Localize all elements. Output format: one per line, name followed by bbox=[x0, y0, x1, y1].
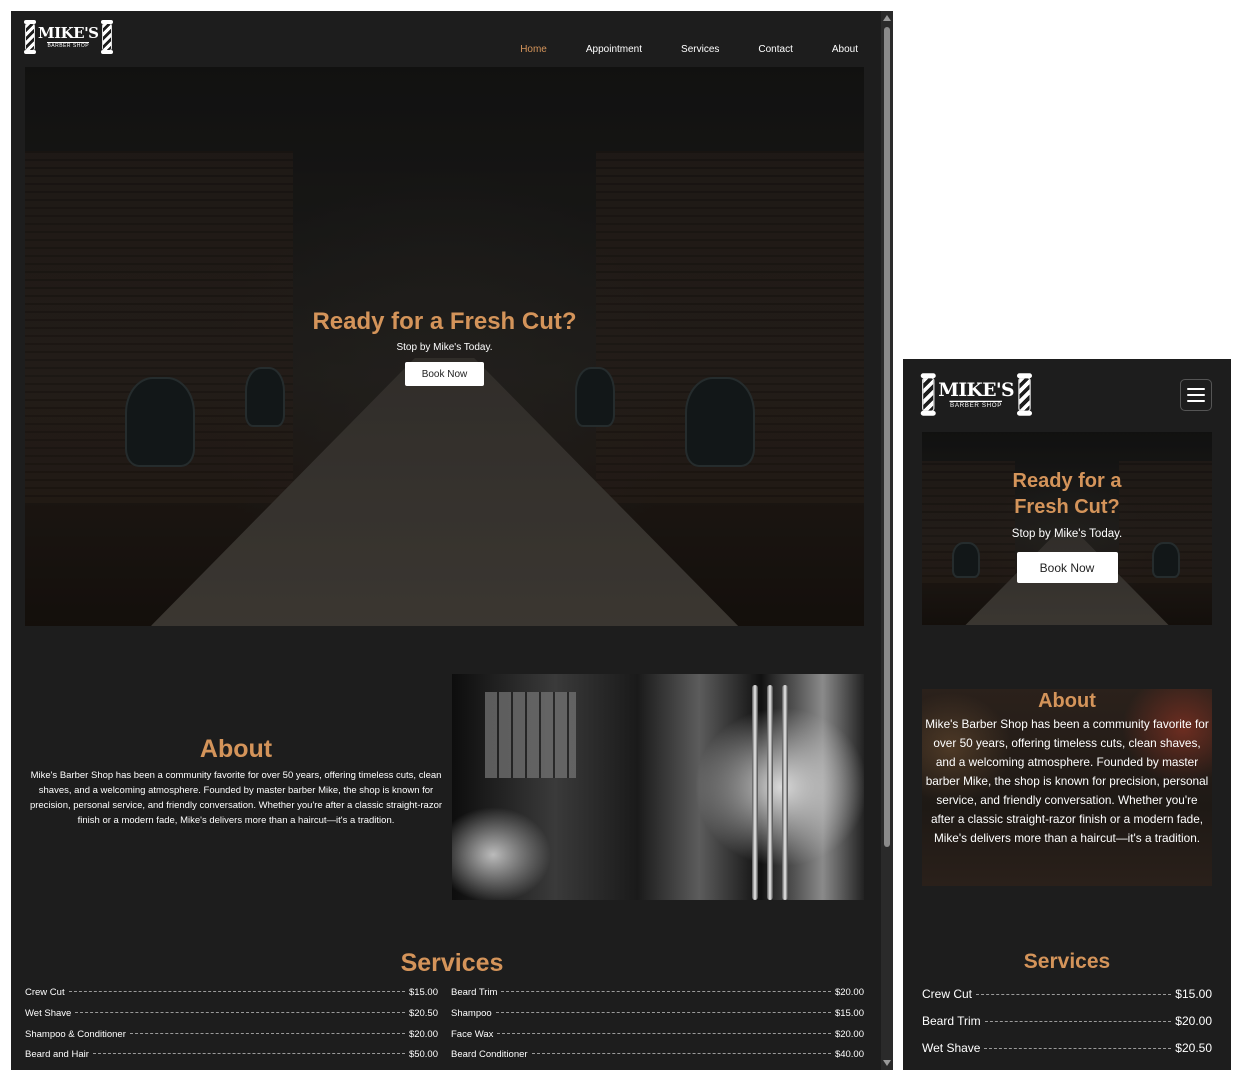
barber-pole-icon bbox=[24, 20, 36, 54]
about-title: About bbox=[1038, 690, 1096, 712]
about-body: Mike's Barber Shop has been a community … bbox=[925, 717, 1209, 845]
nav-item-home[interactable]: Home bbox=[520, 44, 547, 55]
logo[interactable]: MIKE'S BARBER SHOP bbox=[24, 20, 113, 54]
barber-chair-photo bbox=[452, 674, 864, 900]
service-item: Beard Trim $20.00 bbox=[451, 987, 864, 998]
nav-item-about[interactable]: About bbox=[832, 44, 858, 55]
scrollbar[interactable] bbox=[881, 11, 893, 1070]
service-item: Beard and Hair $50.00 bbox=[25, 1049, 438, 1060]
scroll-down-arrow-icon[interactable] bbox=[883, 1060, 891, 1066]
service-item: Crew Cut $15.00 bbox=[25, 987, 438, 998]
hero-section: Ready for a Fresh Cut? Stop by Mike's To… bbox=[25, 67, 864, 626]
scroll-thumb[interactable] bbox=[884, 27, 890, 847]
about-section: About Mike's Barber Shop has been a comm… bbox=[922, 689, 1212, 886]
logo-tagline: BARBER SHOP bbox=[47, 41, 90, 49]
main-nav: Home Appointment Services Contact About bbox=[520, 44, 858, 55]
nav-item-appointment[interactable]: Appointment bbox=[586, 44, 642, 55]
service-item: Wet Shave $20.50 bbox=[25, 1008, 438, 1019]
desktop-view: MIKE'S BARBER SHOP Home Appointment Serv… bbox=[11, 11, 893, 1070]
logo[interactable]: MIKE'S BARBER SHOP bbox=[920, 373, 1032, 416]
service-item: Shampoo & Conditioner $20.00 bbox=[25, 1029, 438, 1040]
barber-pole-icon bbox=[100, 20, 113, 54]
services-title: Services bbox=[400, 949, 504, 977]
hero-subtitle: Stop by Mike's Today. bbox=[396, 342, 493, 353]
service-item: Shampoo $15.00 bbox=[451, 1008, 864, 1019]
services-title: Services bbox=[1023, 950, 1111, 973]
service-item: Beard Trim $20.00 bbox=[922, 1014, 1212, 1028]
service-item: Wet Shave $20.50 bbox=[922, 1041, 1212, 1055]
mobile-view: MIKE'S BARBER SHOP Ready for a Fresh Cut… bbox=[903, 359, 1231, 1070]
barber-pole-icon bbox=[920, 373, 936, 416]
service-item: Face Wax $20.00 bbox=[451, 1029, 864, 1040]
service-item: Beard Conditioner $40.00 bbox=[451, 1049, 864, 1060]
book-now-button[interactable]: Book Now bbox=[405, 362, 484, 386]
hamburger-icon bbox=[1187, 388, 1205, 390]
logo-name: MIKE'S bbox=[938, 377, 1014, 401]
about-title: About bbox=[199, 735, 273, 763]
about-section: About Mike's Barber Shop has been a comm… bbox=[25, 735, 447, 828]
book-now-button[interactable]: Book Now bbox=[1016, 552, 1118, 583]
service-item: Crew Cut $15.00 bbox=[922, 987, 1212, 1001]
scroll-up-arrow-icon[interactable] bbox=[883, 15, 891, 21]
hero-section: Ready for a Fresh Cut? Stop by Mike's To… bbox=[922, 432, 1212, 625]
hamburger-menu-button[interactable] bbox=[1180, 379, 1212, 411]
hero-subtitle: Stop by Mike's Today. bbox=[1011, 528, 1123, 540]
barber-pole-icon bbox=[1016, 373, 1032, 416]
hero-title: Ready for a Fresh Cut? bbox=[1012, 470, 1122, 518]
logo-name: MIKE'S bbox=[38, 23, 99, 42]
hero-title: Ready for a Fresh Cut? bbox=[312, 308, 577, 335]
nav-item-services[interactable]: Services bbox=[681, 44, 719, 55]
logo-tagline: BARBER SHOP bbox=[950, 400, 1003, 409]
about-body: Mike's Barber Shop has been a community … bbox=[29, 770, 443, 826]
nav-item-contact[interactable]: Contact bbox=[758, 44, 792, 55]
